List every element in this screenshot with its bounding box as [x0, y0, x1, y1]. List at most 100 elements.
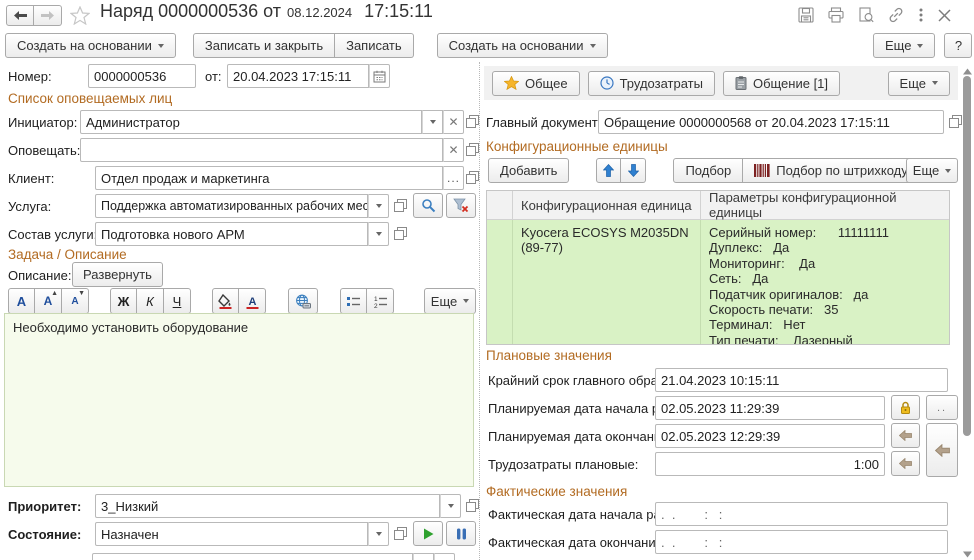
- config-units-table[interactable]: Конфигурационная единица Параметры конфи…: [486, 190, 950, 345]
- panel-splitter[interactable]: [479, 62, 480, 560]
- font-size-down-button[interactable]: А▼: [62, 288, 89, 314]
- copy-labor-button[interactable]: [891, 451, 920, 476]
- tab-communication[interactable]: Общение [1]: [723, 71, 840, 96]
- svg-text:1: 1: [374, 296, 378, 303]
- service-parts-field[interactable]: Подготовка нового АРМ: [95, 222, 389, 246]
- font-color-icon: А: [245, 294, 260, 309]
- create-based-on-right-button[interactable]: Создать на основании: [437, 33, 608, 58]
- favorite-star-icon[interactable]: [70, 6, 90, 30]
- calendar-icon[interactable]: [369, 64, 390, 88]
- initiator-field[interactable]: Администратор ✕: [80, 110, 464, 134]
- pause-button[interactable]: [446, 521, 476, 546]
- save-icon[interactable]: [798, 7, 814, 23]
- clear-icon[interactable]: [434, 553, 455, 560]
- open-icon[interactable]: [392, 227, 409, 240]
- bottom-partial-field[interactable]: [92, 553, 455, 560]
- col-header-unit[interactable]: Конфигурационная единица: [513, 191, 701, 219]
- copy-end-date-button[interactable]: [891, 423, 920, 448]
- print-icon[interactable]: [828, 7, 844, 23]
- open-icon[interactable]: [392, 199, 409, 212]
- config-more-button[interactable]: Еще: [906, 158, 958, 183]
- plan-deadline-field[interactable]: 21.04.2023 10:15:11: [655, 368, 948, 392]
- menu-kebab-icon[interactable]: [918, 7, 924, 23]
- link-icon[interactable]: [888, 7, 904, 23]
- arrow-left-tan-icon: [899, 430, 912, 441]
- pick-barcode-button[interactable]: Подбор по штрихкоду: [743, 158, 920, 183]
- client-field[interactable]: Отдел продаж и маркетинга ...: [95, 166, 464, 190]
- numbered-list-button[interactable]: 12: [367, 288, 394, 314]
- close-icon[interactable]: [938, 9, 951, 22]
- service-field[interactable]: Поддержка автоматизированных рабочих мес…: [95, 194, 389, 218]
- clipboard-icon: [735, 76, 747, 90]
- pick-button[interactable]: Подбор: [673, 158, 743, 183]
- search-service-button[interactable]: [413, 193, 443, 218]
- help-button[interactable]: ?: [944, 33, 972, 58]
- format-more-button[interactable]: Еще: [424, 288, 476, 314]
- fact-start-field[interactable]: . . : :: [655, 502, 948, 526]
- main-doc-field[interactable]: Обращение 0000000568 от 20.04.2023 17:15…: [598, 110, 944, 134]
- fact-end-field[interactable]: . . : :: [655, 530, 948, 554]
- hyperlink-button[interactable]: [288, 288, 318, 314]
- vertical-scrollbar[interactable]: [960, 60, 974, 560]
- move-down-button[interactable]: [621, 158, 646, 183]
- dropdown-icon[interactable]: [368, 522, 389, 546]
- dropdown-icon[interactable]: [413, 553, 434, 560]
- lock-date-button[interactable]: [891, 395, 920, 420]
- save-and-close-button[interactable]: Записать и закрыть: [193, 33, 335, 58]
- more-button-top[interactable]: Еще: [873, 33, 935, 58]
- tabs-more-button[interactable]: Еще: [888, 71, 950, 96]
- dots-button[interactable]: ..: [926, 395, 958, 420]
- table-row[interactable]: Kyocera ECOSYS M2035DN (89-77) Серийный …: [487, 220, 949, 345]
- clear-icon[interactable]: ✕: [443, 138, 464, 162]
- dropdown-icon[interactable]: [368, 194, 389, 218]
- clear-filter-button[interactable]: [446, 193, 476, 218]
- clear-icon[interactable]: ✕: [443, 110, 464, 134]
- copy-all-button[interactable]: [926, 423, 958, 477]
- scrollbar-thumb[interactable]: [963, 76, 971, 436]
- font-button[interactable]: А: [8, 288, 35, 314]
- initiator-label: Инициатор:: [8, 115, 77, 130]
- tab-labor[interactable]: Трудозатраты: [588, 71, 715, 96]
- add-button[interactable]: Добавить: [488, 158, 569, 183]
- number-field[interactable]: 0000000536: [88, 64, 196, 88]
- plan-labor-field[interactable]: 1:00: [655, 452, 885, 476]
- plan-start-field[interactable]: 02.05.2023 11:29:39: [655, 396, 885, 420]
- text-color-button[interactable]: А: [239, 288, 266, 314]
- fill-color-button[interactable]: [212, 288, 239, 314]
- open-icon[interactable]: [392, 527, 409, 540]
- row-marker-header: [487, 191, 513, 219]
- dropdown-icon[interactable]: [422, 110, 443, 134]
- expand-button[interactable]: Развернуть: [72, 262, 163, 287]
- col-header-params[interactable]: Параметры конфигурационной единицы: [701, 191, 949, 219]
- scroll-down-icon[interactable]: [963, 545, 972, 560]
- italic-button[interactable]: К: [137, 288, 164, 314]
- dropdown-icon[interactable]: [368, 222, 389, 246]
- font-size-up-button[interactable]: А▲: [35, 288, 62, 314]
- tab-general[interactable]: Общее: [492, 71, 580, 96]
- save-button[interactable]: Записать: [335, 33, 414, 58]
- notify-field[interactable]: ✕: [80, 138, 464, 162]
- tab-strip: Общее Трудозатраты Общение [1] Еще: [484, 66, 958, 100]
- state-field[interactable]: Назначен: [95, 522, 389, 546]
- bullet-list-button[interactable]: [340, 288, 367, 314]
- move-up-button[interactable]: [596, 158, 621, 183]
- dropdown-icon[interactable]: [440, 494, 461, 518]
- underline-button[interactable]: Ч: [164, 288, 191, 314]
- date-field[interactable]: 20.04.2023 17:15:11: [227, 64, 390, 88]
- pause-icon: [456, 528, 467, 540]
- chevron-down-icon: [463, 299, 469, 303]
- priority-field[interactable]: 3_Низкий: [95, 494, 461, 518]
- chevron-down-icon: [917, 44, 923, 48]
- start-button[interactable]: [413, 521, 443, 546]
- plan-end-field[interactable]: 02.05.2023 12:29:39: [655, 424, 885, 448]
- bold-button[interactable]: Ж: [110, 288, 137, 314]
- service-label: Услуга:: [8, 199, 51, 214]
- create-based-on-button[interactable]: Создать на основании: [5, 33, 176, 58]
- section-fact-values: Фактические значения: [486, 484, 627, 499]
- choose-dots-icon[interactable]: ...: [443, 166, 464, 190]
- arrow-up-icon: [603, 164, 614, 177]
- forward-button[interactable]: [34, 5, 62, 26]
- preview-icon[interactable]: [858, 7, 874, 23]
- description-textarea[interactable]: Необходимо установить оборудование: [4, 313, 474, 487]
- back-button[interactable]: [6, 5, 34, 26]
